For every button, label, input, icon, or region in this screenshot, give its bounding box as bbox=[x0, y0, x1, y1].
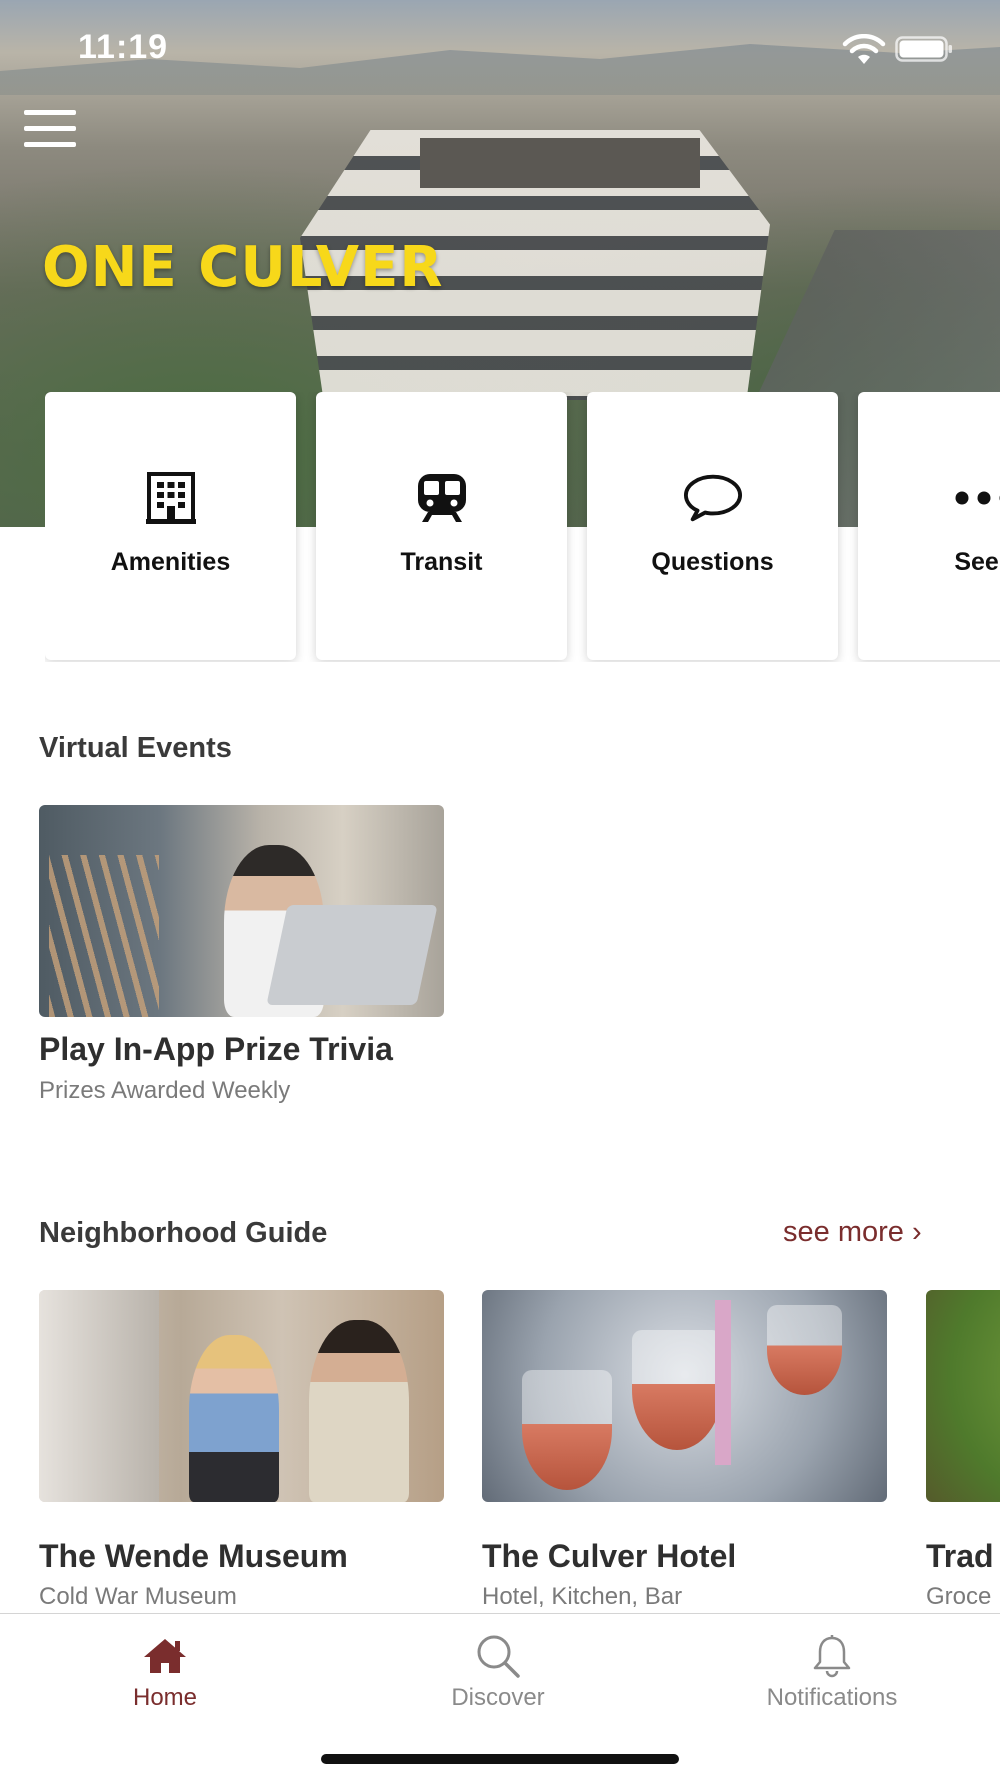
brand-title: ONE CULVER bbox=[42, 235, 444, 300]
guide-title: The Culver Hotel bbox=[482, 1538, 737, 1574]
event-subtitle: Prizes Awarded Weekly bbox=[39, 1077, 291, 1104]
event-title: Play In-App Prize Trivia bbox=[39, 1031, 393, 1067]
chat-bubble-icon bbox=[683, 470, 743, 526]
tab-label: Notifications bbox=[766, 1684, 898, 1711]
guide-subtitle: Hotel, Kitchen, Bar bbox=[482, 1583, 683, 1610]
quick-link-transit[interactable]: Transit bbox=[316, 392, 567, 660]
tab-home[interactable]: Home bbox=[65, 1614, 265, 1724]
building-icon bbox=[141, 470, 201, 526]
hamburger-menu-icon[interactable] bbox=[24, 110, 78, 150]
home-icon bbox=[142, 1634, 188, 1678]
guide-subtitle: Groce bbox=[926, 1583, 992, 1610]
wifi-icon bbox=[842, 34, 886, 64]
guide-subtitle: Cold War Museum bbox=[39, 1583, 237, 1610]
quick-link-label: Questions bbox=[651, 548, 774, 576]
guide-image bbox=[482, 1290, 887, 1502]
status-time: 11:19 bbox=[78, 28, 169, 66]
home-indicator bbox=[321, 1754, 679, 1764]
bell-icon bbox=[809, 1634, 855, 1678]
neighborhood-guide-list: The Wende Museum Cold War Museum The Cul… bbox=[39, 1290, 1000, 1615]
virtual-events-title: Virtual Events bbox=[39, 732, 232, 764]
quick-link-label: Amenities bbox=[110, 548, 231, 576]
status-bar: 11:19 bbox=[0, 0, 1000, 100]
event-card[interactable]: Play In-App Prize Trivia Prizes Awarded … bbox=[39, 805, 444, 1105]
see-more-link[interactable]: see more › bbox=[783, 1216, 922, 1249]
train-icon bbox=[412, 470, 472, 526]
neighborhood-guide-title: Neighborhood Guide bbox=[39, 1217, 328, 1249]
guide-image bbox=[926, 1290, 1000, 1502]
tab-notifications[interactable]: Notifications bbox=[732, 1614, 932, 1724]
guide-title: Trad bbox=[926, 1538, 994, 1574]
quick-link-see-more[interactable]: See I bbox=[858, 392, 1000, 660]
guide-card-wende-museum[interactable]: The Wende Museum Cold War Museum bbox=[39, 1290, 444, 1611]
battery-icon bbox=[895, 36, 952, 62]
guide-title: The Wende Museum bbox=[39, 1538, 348, 1574]
quick-links: Amenities Transit Questions See bbox=[45, 392, 1000, 662]
tab-label: Discover bbox=[451, 1684, 545, 1711]
guide-card-culver-hotel[interactable]: The Culver Hotel Hotel, Kitchen, Bar bbox=[482, 1290, 887, 1611]
event-image bbox=[39, 805, 444, 1017]
tab-label: Home bbox=[132, 1684, 198, 1711]
guide-card-grocery[interactable]: Trad Groce bbox=[926, 1290, 1000, 1611]
quick-link-amenities[interactable]: Amenities bbox=[45, 392, 296, 660]
hero-building-top bbox=[420, 138, 700, 188]
more-icon bbox=[954, 470, 1000, 526]
quick-link-label: Transit bbox=[400, 548, 483, 576]
tab-discover[interactable]: Discover bbox=[398, 1614, 598, 1724]
quick-link-questions[interactable]: Questions bbox=[587, 392, 838, 660]
search-icon bbox=[475, 1634, 521, 1678]
guide-image bbox=[39, 1290, 444, 1502]
quick-link-label: See I bbox=[954, 548, 1000, 576]
